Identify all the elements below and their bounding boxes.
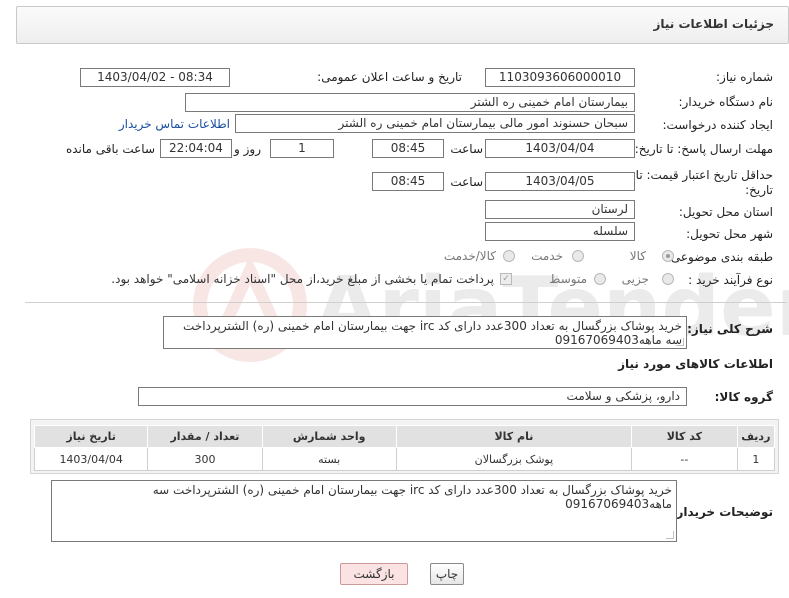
need-number-field[interactable]: 1103093606000010 bbox=[485, 68, 635, 87]
deadline-date-field[interactable]: 1403/04/04 bbox=[485, 139, 635, 158]
column-header-unit: واحد شمارش bbox=[261, 425, 397, 448]
category-label: طبقه بندی موضوعی: bbox=[666, 250, 773, 264]
treasury-payment-note: پرداخت تمام یا بخشی از مبلغ خرید،از محل … bbox=[111, 272, 494, 286]
city-field[interactable]: سلسله bbox=[485, 222, 635, 241]
column-header-quantity: تعداد / مقدار bbox=[147, 425, 263, 448]
category-radio-both[interactable] bbox=[503, 250, 515, 262]
back-button[interactable]: بازگشت bbox=[340, 563, 408, 585]
days-label: روز و bbox=[234, 142, 261, 156]
announce-field[interactable]: 1403/04/02 - 08:34 bbox=[80, 68, 230, 87]
process-radio-medium[interactable] bbox=[594, 273, 606, 285]
requester-label: ایجاد کننده درخواست: bbox=[662, 118, 773, 132]
requester-field[interactable]: سبحان حسنوند امور مالی بیمارستان امام خم… bbox=[235, 114, 635, 133]
validity-date-field[interactable]: 1403/04/05 bbox=[485, 172, 635, 191]
validity-time-label: ساعت bbox=[450, 175, 483, 189]
category-radio-goods[interactable] bbox=[662, 250, 674, 262]
cell-item-name: پوشک بزرگسالان bbox=[395, 447, 633, 471]
column-header-need-date: تاریخ نیاز bbox=[33, 425, 149, 448]
buyer-notes-textarea[interactable]: خرید پوشاک بزرگسال به تعداد 300عدد دارای… bbox=[51, 480, 677, 542]
cell-row-number: 1 bbox=[736, 447, 776, 471]
category-option-goods: کالا bbox=[629, 249, 646, 263]
goods-section-title: اطلاعات کالاهای مورد نیاز bbox=[618, 357, 773, 371]
summary-label: شرح کلی نیاز: bbox=[687, 322, 773, 336]
process-option-medium: متوسط bbox=[549, 272, 587, 286]
resize-grip-icon[interactable] bbox=[666, 531, 674, 539]
cell-need-date: 1403/04/04 bbox=[33, 447, 149, 471]
process-radio-minor[interactable] bbox=[662, 273, 674, 285]
print-button[interactable]: چاپ bbox=[430, 563, 464, 585]
category-radio-service[interactable] bbox=[572, 250, 584, 262]
column-header-row-number: ردیف bbox=[736, 425, 776, 448]
page-title: جزئیات اطلاعات نیاز bbox=[653, 17, 774, 31]
validity-time-field[interactable]: 08:45 bbox=[372, 172, 444, 191]
goods-group-field[interactable]: دارو، پزشکی و سلامت bbox=[138, 387, 687, 406]
validity-label: حداقل تاریخ اعتبار قیمت: تا تاریخ: bbox=[635, 168, 773, 197]
cell-item-code: -- bbox=[631, 447, 738, 471]
table-header-row: ردیف کد کالا نام کالا واحد شمارش تعداد /… bbox=[33, 425, 776, 448]
deadline-time-field[interactable]: 08:45 bbox=[372, 139, 444, 158]
column-header-item-code: کد کالا bbox=[631, 425, 738, 448]
city-label: شهر محل تحویل: bbox=[686, 227, 773, 241]
buyer-org-field[interactable]: بیمارستان امام خمینی ره الشتر bbox=[185, 93, 635, 112]
category-option-service: خدمت bbox=[531, 249, 563, 263]
category-option-both: کالا/خدمت bbox=[443, 249, 496, 263]
buyer-notes-label: توضیحات خریدار: bbox=[671, 505, 773, 519]
remaining-field[interactable]: 22:04:04 bbox=[160, 139, 232, 158]
need-number-label: شماره نیاز: bbox=[716, 70, 773, 84]
buyer-notes-text: خرید پوشاک بزرگسال به تعداد 300عدد دارای… bbox=[152, 483, 672, 511]
goods-group-label: گروه کالا: bbox=[714, 390, 773, 404]
summary-text: خرید پوشاک بزرگسال به تعداد 300عدد دارای… bbox=[183, 319, 682, 347]
deadline-label: مهلت ارسال پاسخ: تا تاریخ: bbox=[634, 142, 773, 156]
table-row[interactable]: 1 -- پوشک بزرگسالان بسته 300 1403/04/04 bbox=[33, 447, 776, 471]
deadline-time-label: ساعت bbox=[450, 142, 483, 156]
treasury-payment-checkbox[interactable]: ✓ bbox=[500, 273, 512, 285]
announce-label: تاریخ و ساعت اعلان عمومی: bbox=[317, 70, 462, 84]
buyer-org-label: نام دستگاه خریدار: bbox=[678, 95, 774, 109]
province-field[interactable]: لرستان bbox=[485, 200, 635, 219]
divider bbox=[25, 302, 787, 303]
days-field[interactable]: 1 bbox=[270, 139, 334, 158]
cell-quantity: 300 bbox=[147, 447, 263, 471]
column-header-item-name: نام کالا bbox=[395, 425, 633, 448]
process-option-minor: جزیی bbox=[621, 272, 649, 286]
summary-textarea[interactable]: خرید پوشاک بزرگسال به تعداد 300عدد دارای… bbox=[163, 316, 687, 349]
resize-grip-icon[interactable] bbox=[676, 338, 684, 346]
cell-unit: بسته bbox=[261, 447, 397, 471]
buyer-contact-link[interactable]: اطلاعات تماس خریدار bbox=[119, 117, 230, 131]
remaining-label: ساعت باقی مانده bbox=[65, 142, 155, 156]
province-label: استان محل تحویل: bbox=[678, 205, 773, 219]
header-panel: جزئیات اطلاعات نیاز bbox=[16, 6, 789, 44]
process-label: نوع فرآیند خرید : bbox=[688, 273, 773, 287]
items-table: ردیف کد کالا نام کالا واحد شمارش تعداد /… bbox=[33, 425, 776, 471]
